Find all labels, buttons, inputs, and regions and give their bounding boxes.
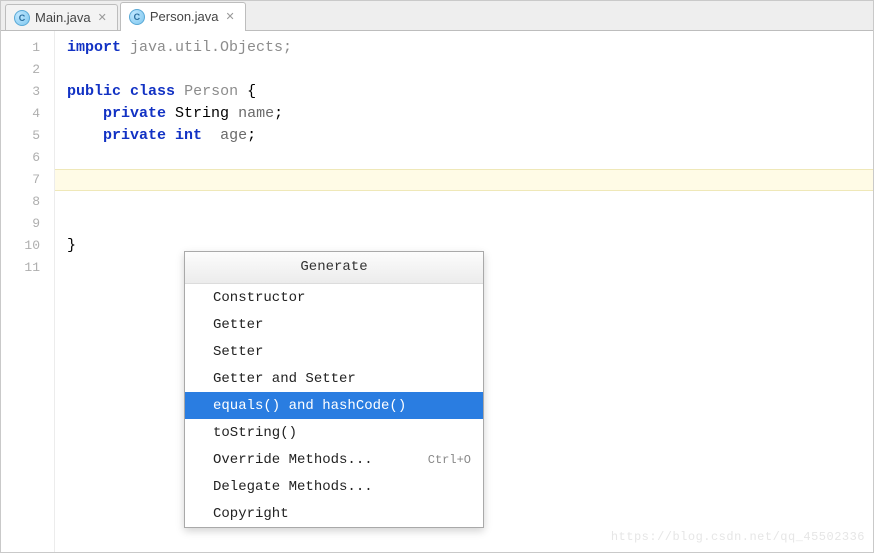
code-line: import java.util.Objects; [67,37,873,59]
menu-item-getter[interactable]: Getter [185,311,483,338]
line-number: 6 [1,147,54,169]
close-icon[interactable]: ✕ [96,11,109,24]
line-number: 5 [1,125,54,147]
tab-bar: C Main.java ✕ C Person.java ✕ [1,1,873,31]
tab-label: Main.java [35,10,91,25]
line-number: 1 [1,37,54,59]
line-number: 3 [1,81,54,103]
code-line [67,147,873,169]
menu-item-override-methods[interactable]: Override Methods...Ctrl+O [185,446,483,473]
code-line [67,213,873,235]
menu-item-delegate-methods[interactable]: Delegate Methods... [185,473,483,500]
code-area[interactable]: import java.util.Objects; public class P… [55,31,873,552]
tab-person-java[interactable]: C Person.java ✕ [120,2,246,30]
generate-popup: Generate Constructor Getter Setter Gette… [184,251,484,528]
watermark: https://blog.csdn.net/qq_45502336 [611,526,865,548]
tab-main-java[interactable]: C Main.java ✕ [5,4,118,30]
code-line [67,191,873,213]
code-line: private String name; [67,103,873,125]
line-gutter: 1 2 3 4 5 6 7 8 9 10 11 [1,31,55,552]
close-icon[interactable]: ✕ [224,10,237,23]
menu-item-equals-hashcode[interactable]: equals() and hashCode() [185,392,483,419]
java-class-icon: C [14,10,30,26]
line-number: 8 [1,191,54,213]
code-line [67,59,873,81]
line-number: 7 [1,169,54,191]
code-line: private int age; [67,125,873,147]
line-number: 10 [1,235,54,257]
line-number: 11 [1,257,54,279]
menu-item-constructor[interactable]: Constructor [185,284,483,311]
caret-line [55,169,873,191]
line-number: 9 [1,213,54,235]
menu-item-setter[interactable]: Setter [185,338,483,365]
code-line: public class Person { [67,81,873,103]
tab-label: Person.java [150,9,219,24]
menu-item-tostring[interactable]: toString() [185,419,483,446]
code-editor[interactable]: 1 2 3 4 5 6 7 8 9 10 11 import java.util… [1,31,873,552]
menu-item-copyright[interactable]: Copyright [185,500,483,527]
line-number: 2 [1,59,54,81]
line-number: 4 [1,103,54,125]
menu-item-getter-and-setter[interactable]: Getter and Setter [185,365,483,392]
java-class-icon: C [129,9,145,25]
popup-title: Generate [185,252,483,284]
